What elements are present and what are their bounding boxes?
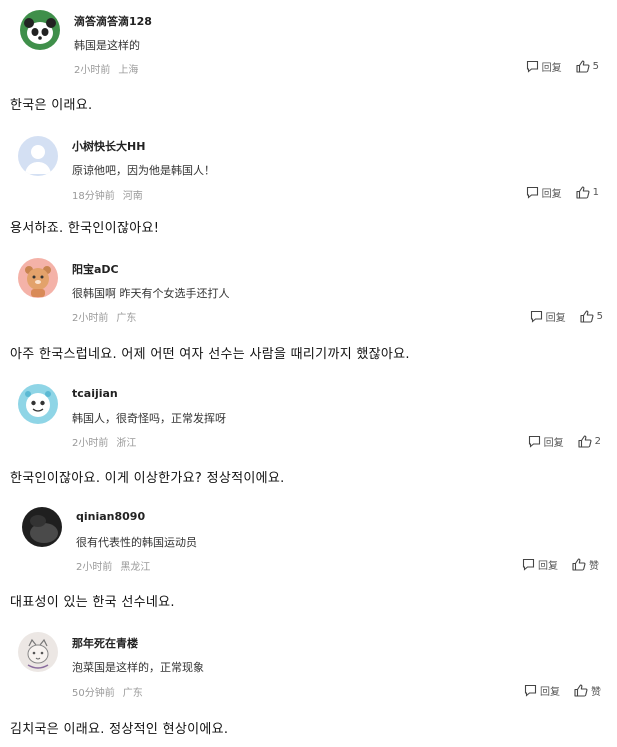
location: 浙江 (116, 438, 137, 449)
timestamp: 18分钟前 (72, 191, 115, 202)
thumbs-up-icon (572, 558, 586, 571)
location: 黑龙江 (120, 562, 151, 573)
comment-meta: 2小时前 上海 (74, 61, 138, 76)
translation-text: 김치국은 이래요. 정상적인 현상이에요. (10, 722, 229, 737)
translation-text: 아주 한국스럽네요. 어제 어떤 여자 선수는 사람을 때리기까지 했잖아요. (10, 347, 410, 362)
reply-label: 回复 (541, 63, 562, 74)
cartoon-bear-avatar-icon (18, 258, 58, 298)
reply-icon (526, 60, 538, 73)
like-button[interactable]: 赞 (572, 557, 599, 572)
username[interactable]: tcaijian (72, 387, 118, 400)
reply-icon (524, 684, 537, 697)
reply-button[interactable]: 回复 (524, 683, 560, 698)
comment-meta: 2小时前 黑龙江 (76, 558, 150, 573)
username[interactable]: 阳宝aDC (72, 261, 119, 277)
panda-avatar-icon (20, 10, 60, 50)
like-label: 赞 (589, 561, 599, 572)
reply-label: 回复 (543, 438, 564, 449)
location: 上海 (118, 65, 139, 76)
thumbs-up-icon (574, 684, 588, 697)
timestamp: 50分钟前 (72, 688, 115, 699)
reply-button[interactable]: 回复 (530, 309, 566, 324)
like-count: 2 (594, 436, 601, 447)
timestamp: 2小时前 (74, 65, 111, 76)
comment-actions: 回复 2 (528, 434, 601, 449)
thumbs-up-icon (578, 435, 592, 448)
reply-button[interactable]: 回复 (526, 59, 562, 74)
comment-actions: 回复 5 (526, 59, 599, 74)
reply-label: 回复 (540, 687, 560, 698)
reply-icon (528, 435, 540, 448)
like-button[interactable]: 5 (576, 60, 599, 73)
location: 河南 (122, 191, 143, 202)
like-button[interactable]: 2 (578, 435, 601, 448)
comment-text: 原谅他吧，因为他是韩国人！ (72, 164, 215, 177)
comment-text: 很韩国啊 昨天有个女选手还打人 (72, 287, 230, 300)
username[interactable]: 小树快长大HH (72, 138, 145, 154)
comment-meta: 2小时前 浙江 (72, 434, 136, 449)
avatar[interactable] (20, 10, 60, 50)
reply-button[interactable]: 回复 (526, 185, 562, 200)
comment-meta: 2小时前 广东 (72, 309, 136, 324)
comment-text: 很有代表性的韩国运动员 (76, 536, 197, 549)
comment-actions: 回复 赞 (522, 557, 599, 572)
avatar[interactable] (18, 136, 58, 176)
timestamp: 2小时前 (72, 313, 109, 324)
comment-actions: 回复 1 (526, 185, 599, 200)
like-button[interactable]: 1 (576, 186, 599, 199)
avatar[interactable] (18, 632, 58, 672)
translation-text: 용서하죠. 한국인이잖아요! (10, 221, 160, 236)
like-button[interactable]: 赞 (574, 683, 601, 698)
reply-icon (530, 310, 542, 323)
reply-label: 回复 (541, 189, 562, 200)
like-label: 赞 (591, 687, 601, 698)
reply-label: 回复 (545, 313, 566, 324)
like-count: 5 (596, 311, 603, 322)
comment-actions: 回复 5 (530, 309, 603, 324)
reply-button[interactable]: 回复 (528, 434, 564, 449)
like-button[interactable]: 5 (580, 310, 603, 323)
username[interactable]: 那年死在青楼 (72, 635, 138, 651)
cat-sketch-avatar-icon (18, 632, 58, 672)
reply-button[interactable]: 回复 (522, 557, 558, 572)
timestamp: 2小时前 (76, 562, 113, 573)
thumbs-up-icon (580, 310, 594, 323)
username[interactable]: 滴答滴答滴128 (74, 13, 152, 29)
avatar[interactable] (22, 507, 62, 547)
timestamp: 2小时前 (72, 438, 109, 449)
thumbs-up-icon (576, 186, 590, 199)
comment-text: 韩国人，很奇怪吗，正常发挥呀 (72, 412, 226, 425)
avatar[interactable] (18, 258, 58, 298)
thumbs-up-icon (576, 60, 590, 73)
like-count: 5 (592, 61, 599, 72)
default-user-avatar-icon (18, 136, 58, 176)
reply-icon (522, 558, 535, 571)
location: 广东 (122, 688, 143, 699)
comment-meta: 18分钟前 河南 (72, 187, 143, 202)
reply-icon (526, 186, 538, 199)
reply-label: 回复 (538, 561, 558, 572)
comment-text: 泡菜国是这样的，正常现象 (72, 661, 204, 674)
cartoon-character-avatar-icon (18, 384, 58, 424)
translation-text: 한국인이잖아요. 이게 이상한가요? 정상적이에요. (10, 471, 285, 486)
translation-text: 대표성이 있는 한국 선수네요. (10, 595, 175, 610)
translation-text: 한국은 이래요. (10, 98, 93, 113)
comment-meta: 50分钟前 广东 (72, 684, 143, 699)
comment-actions: 回复 赞 (524, 683, 601, 698)
location: 广东 (116, 313, 137, 324)
username[interactable]: qinian8090 (76, 510, 145, 523)
like-count: 1 (592, 187, 599, 198)
dark-photo-avatar-icon (22, 507, 62, 547)
avatar[interactable] (18, 384, 58, 424)
comment-text: 韩国是这样的 (74, 39, 140, 52)
